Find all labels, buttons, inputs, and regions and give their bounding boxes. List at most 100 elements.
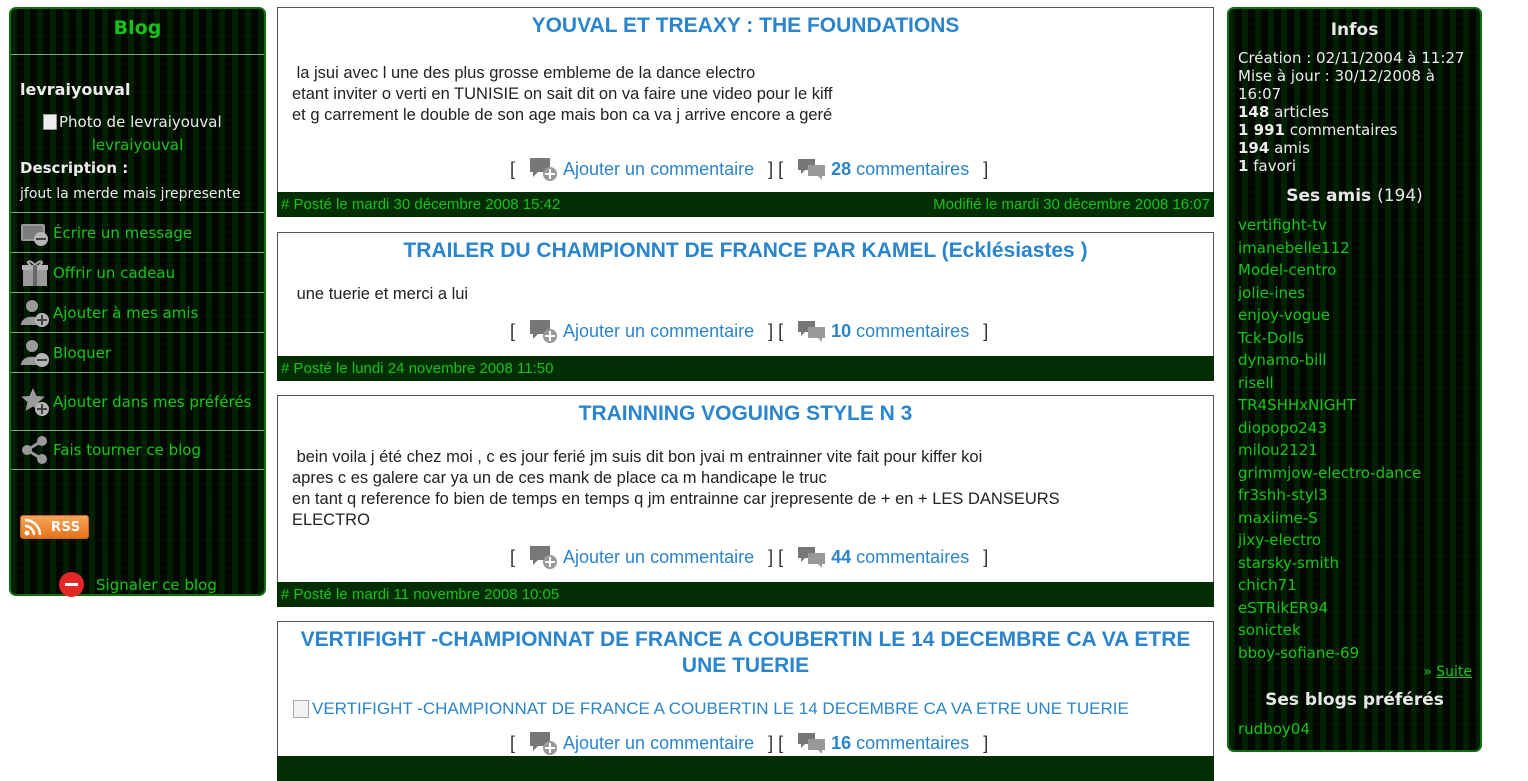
broken-image-icon	[43, 114, 57, 130]
blog-sidebar: Blog levraiyouval Photo de levraiyouval …	[9, 7, 266, 597]
broken-image-icon	[293, 700, 309, 718]
comments-label: commentaires	[856, 546, 970, 567]
add-favorite-icon	[21, 387, 49, 416]
comments-icon	[798, 547, 826, 568]
comments-link[interactable]: 10 commentaires	[783, 319, 969, 343]
blog-post: YOUVAL ET TREAXY : THE FOUNDATIONS la js…	[277, 7, 1214, 217]
comment-count: 44	[831, 546, 852, 567]
articles-label: articles	[1274, 103, 1329, 121]
blog-heading: Blog	[113, 17, 162, 39]
friend-link[interactable]: bboy-sofiane-69	[1238, 642, 1480, 665]
comment-count: 28	[831, 158, 852, 179]
offer-gift-button[interactable]: Offrir un cadeau	[11, 252, 264, 292]
share-blog-button[interactable]: Fais tourner ce blog	[11, 430, 264, 470]
add-friend-button[interactable]: Ajouter à mes amis	[11, 292, 264, 332]
friend-link[interactable]: fr3shh-styl3	[1238, 484, 1480, 507]
friend-link[interactable]: risell	[1238, 372, 1480, 395]
friend-link[interactable]: Tck-Dolls	[1238, 327, 1480, 350]
profile-photo-alt: Photo de levraiyouval	[59, 113, 222, 131]
post-title[interactable]: TRAINNING VOGUING STYLE N 3	[278, 401, 1213, 427]
post-title[interactable]: YOUVAL ET TREAXY : THE FOUNDATIONS	[278, 13, 1213, 39]
articles-stat: 148 articles	[1238, 103, 1480, 121]
friend-link[interactable]: grimmjow-electro-dance	[1238, 462, 1480, 485]
username: levraiyouval	[20, 80, 131, 99]
post-line: et g carrement le double de son age mais…	[292, 106, 833, 124]
write-message-button[interactable]: Écrire un message	[11, 212, 264, 252]
share-icon	[22, 436, 47, 464]
friend-link[interactable]: jolie-ines	[1238, 282, 1480, 305]
infos-heading: Infos	[1330, 20, 1379, 40]
favorites-count: 1	[1238, 157, 1249, 175]
post-title[interactable]: VERTIFIGHT -CHAMPIONNAT DE FRANCE A COUB…	[278, 627, 1213, 679]
post-title[interactable]: TRAILER DU CHAMPIONNT DE FRANCE PAR KAME…	[278, 238, 1213, 264]
posted-date: # Posté le mardi 11 novembre 2008 10:05	[281, 586, 560, 603]
post-body: une tuerie et merci a lui	[278, 284, 1172, 305]
add-comment-label: Ajouter un commentaire	[563, 732, 755, 753]
post-image[interactable]: VERTIFIGHT -CHAMPIONNAT DE FRANCE A COUB…	[278, 699, 1213, 719]
post-line: en tant q reference fo bien de temps en …	[292, 490, 1060, 529]
rss-label: RSS	[51, 519, 81, 535]
comments-label: commentaires	[856, 320, 970, 341]
post-footer: # Posté le lundi 24 novembre 2008 11:50	[277, 356, 1214, 381]
friend-link[interactable]: jixy-electro	[1238, 529, 1480, 552]
friend-link[interactable]: dynamo-bill	[1238, 349, 1480, 372]
blog-post: TRAINNING VOGUING STYLE N 3 bein voila j…	[277, 395, 1214, 607]
friend-link[interactable]: vertifight-tv	[1238, 214, 1480, 237]
creation-date: Création : 02/11/2004 à 11:27	[1238, 49, 1465, 67]
action-label: Bloquer	[53, 343, 112, 362]
action-list: Écrire un message Offrir un cadeau Ajout…	[11, 212, 264, 470]
add-comment-label: Ajouter un commentaire	[563, 320, 755, 341]
add-favorite-button[interactable]: Ajouter dans mes préférés	[11, 372, 264, 430]
friend-link[interactable]: maxiime-S	[1238, 507, 1480, 530]
add-comment-link[interactable]: Ajouter un commentaire	[515, 318, 754, 344]
comments-label: commentaires	[856, 158, 970, 179]
friend-link[interactable]: imanebelle112	[1238, 237, 1480, 260]
add-comment-link[interactable]: Ajouter un commentaire	[515, 544, 754, 570]
post-line: une tuerie et merci a lui	[292, 285, 469, 303]
add-comment-link[interactable]: Ajouter un commentaire	[515, 730, 754, 756]
fav-blog-link[interactable]: rudboy04	[1238, 718, 1480, 741]
friend-link[interactable]: TR4SHHxNIGHT	[1238, 394, 1480, 417]
friend-link[interactable]: sonictek	[1238, 619, 1480, 642]
friend-link[interactable]: starsky-smith	[1238, 552, 1480, 575]
friend-link[interactable]: chich71	[1238, 574, 1480, 597]
profile-name-link[interactable]: levraiyouval	[11, 136, 264, 154]
comments-link[interactable]: 44 commentaires	[783, 545, 969, 569]
friends-count: 194	[1238, 139, 1270, 157]
info-sidebar: Infos Création : 02/11/2004 à 11:27 Mise…	[1227, 7, 1482, 752]
friend-link[interactable]: diopopo243	[1238, 417, 1480, 440]
block-user-icon	[21, 339, 49, 367]
friends-title-count: (194)	[1377, 186, 1423, 206]
friend-link[interactable]: eSTRikER94	[1238, 597, 1480, 620]
suite-link[interactable]: Suite	[1436, 664, 1472, 680]
blog-stats: Création : 02/11/2004 à 11:27 Mise à jou…	[1229, 49, 1480, 175]
comment-bar: [ Ajouter un commentaire ] [ 44 commenta…	[510, 544, 988, 570]
add-comment-link[interactable]: Ajouter un commentaire	[515, 156, 754, 182]
action-label: Écrire un message	[53, 223, 193, 242]
post-body: bein voila j été chez moi , c es jour fe…	[278, 447, 1172, 531]
comment-bar: [ Ajouter un commentaire ] [ 28 commenta…	[510, 156, 988, 182]
friend-link[interactable]: milou2121	[1238, 439, 1480, 462]
posted-date: # Posté le lundi 24 novembre 2008 11:50	[281, 360, 554, 377]
fav-blogs-heading: Ses blogs préférés	[1265, 690, 1444, 710]
comments-link[interactable]: 28 commentaires	[783, 157, 969, 181]
report-blog-link[interactable]: Signaler ce blog	[59, 572, 217, 597]
rss-button[interactable]: RSS	[20, 515, 89, 539]
friends-more: » Suite	[1229, 664, 1480, 680]
friends-label: amis	[1274, 139, 1310, 157]
comment-bar: [ Ajouter un commentaire ] [ 10 commenta…	[510, 318, 988, 344]
posted-date: # Posté le mardi 30 décembre 2008 15:42	[281, 196, 561, 213]
description-text: jfout la merde mais jrepresente	[20, 186, 241, 202]
friend-link[interactable]: enjoy-vogue	[1238, 304, 1480, 327]
comments-link[interactable]: 16 commentaires	[783, 731, 969, 755]
block-button[interactable]: Bloquer	[11, 332, 264, 372]
suite-prefix: »	[1423, 664, 1432, 680]
post-body: la jsui avec l une des plus grosse emble…	[278, 63, 1172, 126]
comments-label: commentaires	[1289, 121, 1398, 139]
profile-photo[interactable]: Photo de levraiyouval	[11, 113, 264, 131]
post-footer	[277, 756, 1214, 781]
friend-link[interactable]: Model-centro	[1238, 259, 1480, 282]
comments-label: commentaires	[856, 732, 970, 753]
blog-post: VERTIFIGHT -CHAMPIONNAT DE FRANCE A COUB…	[277, 621, 1214, 781]
blog-post: TRAILER DU CHAMPIONNT DE FRANCE PAR KAME…	[277, 232, 1214, 381]
